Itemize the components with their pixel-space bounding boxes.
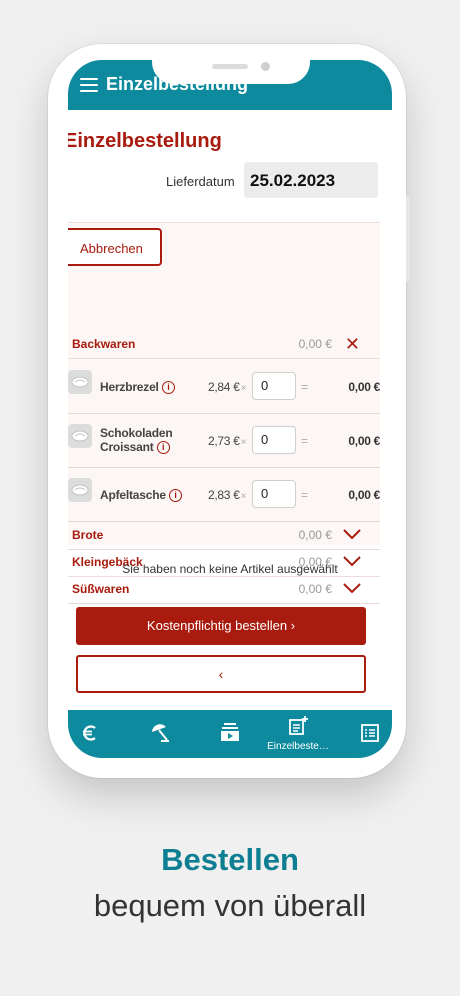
phone-side-button	[406, 196, 410, 282]
equals-sign: =	[301, 380, 309, 394]
quantity-input[interactable]: 0	[252, 426, 296, 454]
tab-euro[interactable]	[68, 710, 112, 758]
info-icon[interactable]: i	[161, 381, 175, 395]
marketing-subline: bequem von überall	[93, 888, 367, 923]
quantity-input[interactable]: 0	[252, 372, 296, 400]
quantity-input[interactable]: 0	[252, 480, 296, 508]
product-total: 0,00 €	[348, 488, 380, 502]
front-camera	[261, 62, 270, 71]
product-price: 2,73 €×	[208, 434, 247, 448]
product-image	[68, 370, 92, 394]
product-name: Schokoladen Croissant i	[100, 426, 173, 455]
marketing-headline: Bestellen	[161, 842, 299, 877]
media-stack-icon	[221, 723, 239, 741]
chevron-down-icon[interactable]	[342, 527, 362, 541]
list-icon	[361, 724, 379, 742]
category-row-brote[interactable]: Brote 0,00 €	[68, 522, 380, 550]
product-row: Apfeltasche i 2,83 €× 0 = 0,00 €	[68, 468, 380, 522]
place-order-button[interactable]: Kostenpflichtig bestellen ›	[76, 607, 366, 645]
hamburger-menu-icon[interactable]	[80, 78, 98, 92]
product-row: Herzbrezel i 2,84 €× 0 = 0,00 €	[68, 360, 380, 414]
category-sum: 0,00 €	[298, 582, 332, 596]
bottom-tab-bar: Einzelbeste…	[68, 710, 392, 758]
equals-sign: =	[301, 488, 309, 502]
category-sum: 0,00 €	[298, 528, 332, 542]
product-price: 2,83 €×	[208, 488, 247, 502]
product-name: Herzbrezel i	[100, 380, 175, 395]
tab-vacation[interactable]	[138, 710, 182, 758]
cancel-button-label: Abbrechen	[80, 241, 143, 256]
delivery-date-label: Lieferdatum	[166, 174, 235, 189]
category-row-backwaren[interactable]: Backwaren 0,00 € ✕	[68, 331, 380, 359]
close-icon[interactable]: ✕	[345, 334, 360, 355]
product-total: 0,00 €	[348, 380, 380, 394]
tab-media[interactable]	[208, 710, 252, 758]
app-screen: Einzelbestellung Einzelbestellung Liefer…	[68, 60, 392, 758]
category-row-suesswaren[interactable]: Süßwaren 0,00 €	[68, 576, 380, 604]
delivery-date-value: 25.02.2023	[250, 171, 336, 190]
tab-list[interactable]	[348, 710, 392, 758]
product-image	[68, 478, 92, 502]
equals-sign: =	[301, 434, 309, 448]
euro-icon	[83, 725, 96, 741]
category-name: Süßwaren	[72, 582, 130, 596]
tab-label: Einzelbeste…	[267, 741, 329, 752]
category-name: Backwaren	[72, 337, 136, 351]
product-price: 2,84 €×	[208, 380, 247, 394]
page-title: Einzelbestellung	[68, 130, 222, 152]
chevron-down-icon[interactable]	[342, 581, 362, 595]
cancel-button[interactable]: Abbrechen	[68, 228, 162, 266]
delivery-date-field[interactable]: 25.02.2023	[244, 162, 378, 198]
order-area: Backwaren 0,00 € ✕ Herzbrezel i 2,84 €× …	[68, 222, 380, 550]
product-name: Apfeltasche i	[100, 488, 182, 503]
speaker-grille	[212, 64, 248, 69]
category-sum: 0,00 €	[298, 337, 332, 351]
back-button[interactable]: ‹	[76, 655, 366, 693]
beach-umbrella-icon	[152, 724, 169, 742]
product-total: 0,00 €	[348, 434, 380, 448]
empty-cart-message: Sie haben noch keine Artikel ausgewählt	[122, 562, 338, 576]
note-add-icon	[289, 716, 308, 735]
category-name: Brote	[72, 528, 104, 542]
product-image	[68, 424, 92, 448]
tab-einzelbestellung[interactable]: Einzelbeste…	[258, 710, 338, 758]
info-icon[interactable]: i	[168, 489, 182, 503]
info-icon[interactable]: i	[156, 441, 170, 455]
product-row: Schokoladen Croissant i 2,73 €× 0 = 0,00…	[68, 414, 380, 468]
phone-notch	[152, 46, 310, 84]
